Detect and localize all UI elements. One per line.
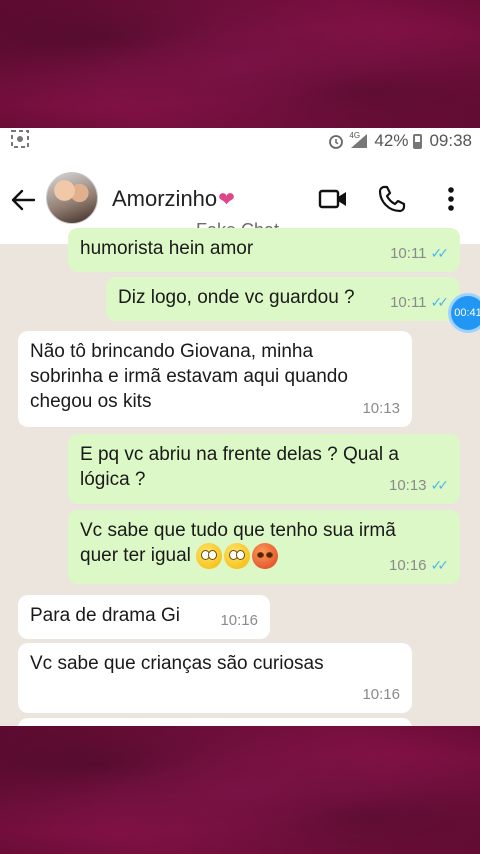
message-text-line: sobrinha e irmã estavam aqui quando — [30, 366, 348, 387]
rolling-eyes-emoji-icon — [196, 543, 223, 569]
message-text: Para de drama Gi — [30, 605, 180, 626]
angry-face-emoji-icon — [252, 543, 279, 569]
message-time: 10:16 — [220, 612, 258, 629]
message-bubble-incoming[interactable]: Para de drama Gi 10:16 — [18, 595, 270, 639]
battery-icon — [413, 133, 423, 149]
status-bar: 4G 42% 09:38 — [0, 128, 480, 154]
rolling-eyes-emoji-icon — [224, 543, 251, 569]
network-type: 4G — [349, 131, 361, 140]
contact-name-text: Amorzinho — [112, 186, 218, 211]
message-time: 10:11 — [390, 245, 427, 262]
read-ticks-icon: ✓✓ — [430, 294, 450, 310]
read-ticks-icon: ✓✓ — [430, 245, 450, 261]
screenshot-icon — [10, 129, 30, 154]
message-time: 10:11 — [390, 294, 427, 311]
read-ticks-icon: ✓✓ — [430, 477, 450, 493]
message-bubble-outgoing[interactable]: Vc sabe que tudo que tenho sua irmã quer… — [68, 510, 460, 584]
message-bubble-outgoing[interactable]: E pq vc abriu na frente delas ? Qual a l… — [68, 434, 460, 504]
contact-name[interactable]: Amorzinho❤ — [112, 186, 235, 212]
message-bubble-incoming[interactable]: Vc sabe que crianças são curiosas 10:16 — [18, 643, 412, 713]
message-bubble-outgoing[interactable]: Diz logo, onde vc guardou ? 10:11 ✓✓ — [106, 277, 460, 321]
message-text-line: quer ter igual — [80, 545, 191, 567]
alarm-icon — [328, 133, 344, 149]
decorative-top-band — [0, 0, 480, 128]
message-text-line: Vc sabe que tudo que tenho sua irmã — [80, 520, 396, 541]
heart-icon: ❤ — [218, 189, 235, 211]
clock-time: 09:38 — [429, 131, 472, 150]
message-bubble-outgoing[interactable]: humorista hein amor 10:11 ✓✓ — [68, 228, 460, 272]
message-bubble-incoming[interactable]: Não tô brincando Giovana, minha sobrinha… — [18, 331, 412, 427]
voice-call-icon[interactable] — [377, 184, 407, 214]
more-options-icon[interactable] — [436, 184, 466, 214]
phone-screen: 4G 42% 09:38 Amorzinho❤ Fake Chat humori… — [0, 128, 480, 726]
message-text-line: chegou os kits — [30, 391, 152, 412]
message-bubble-incoming-partial — [18, 718, 412, 726]
message-time: 10:16 — [362, 686, 400, 703]
message-time: 10:13 — [388, 477, 427, 494]
back-arrow-icon[interactable] — [10, 187, 36, 213]
timer-badge[interactable]: 00:41 — [448, 293, 480, 333]
message-text: Diz logo, onde vc guardou ? — [118, 287, 355, 308]
message-text: Vc sabe que crianças são curiosas — [30, 653, 324, 674]
message-text-line: E pq vc abriu na frente delas ? Qual a — [80, 444, 399, 465]
message-time: 10:16 — [388, 557, 427, 574]
message-text: humorista hein amor — [80, 238, 254, 259]
signal-icon: 4G — [349, 131, 369, 149]
message-time: 10:13 — [362, 400, 400, 417]
avatar[interactable] — [46, 172, 98, 224]
battery-percent: 42% — [374, 131, 409, 150]
read-ticks-icon: ✓✓ — [430, 557, 450, 573]
decorative-bottom-band — [0, 726, 480, 854]
video-call-icon[interactable] — [318, 184, 348, 214]
message-text-line: Não tô brincando Giovana, minha — [30, 341, 314, 362]
